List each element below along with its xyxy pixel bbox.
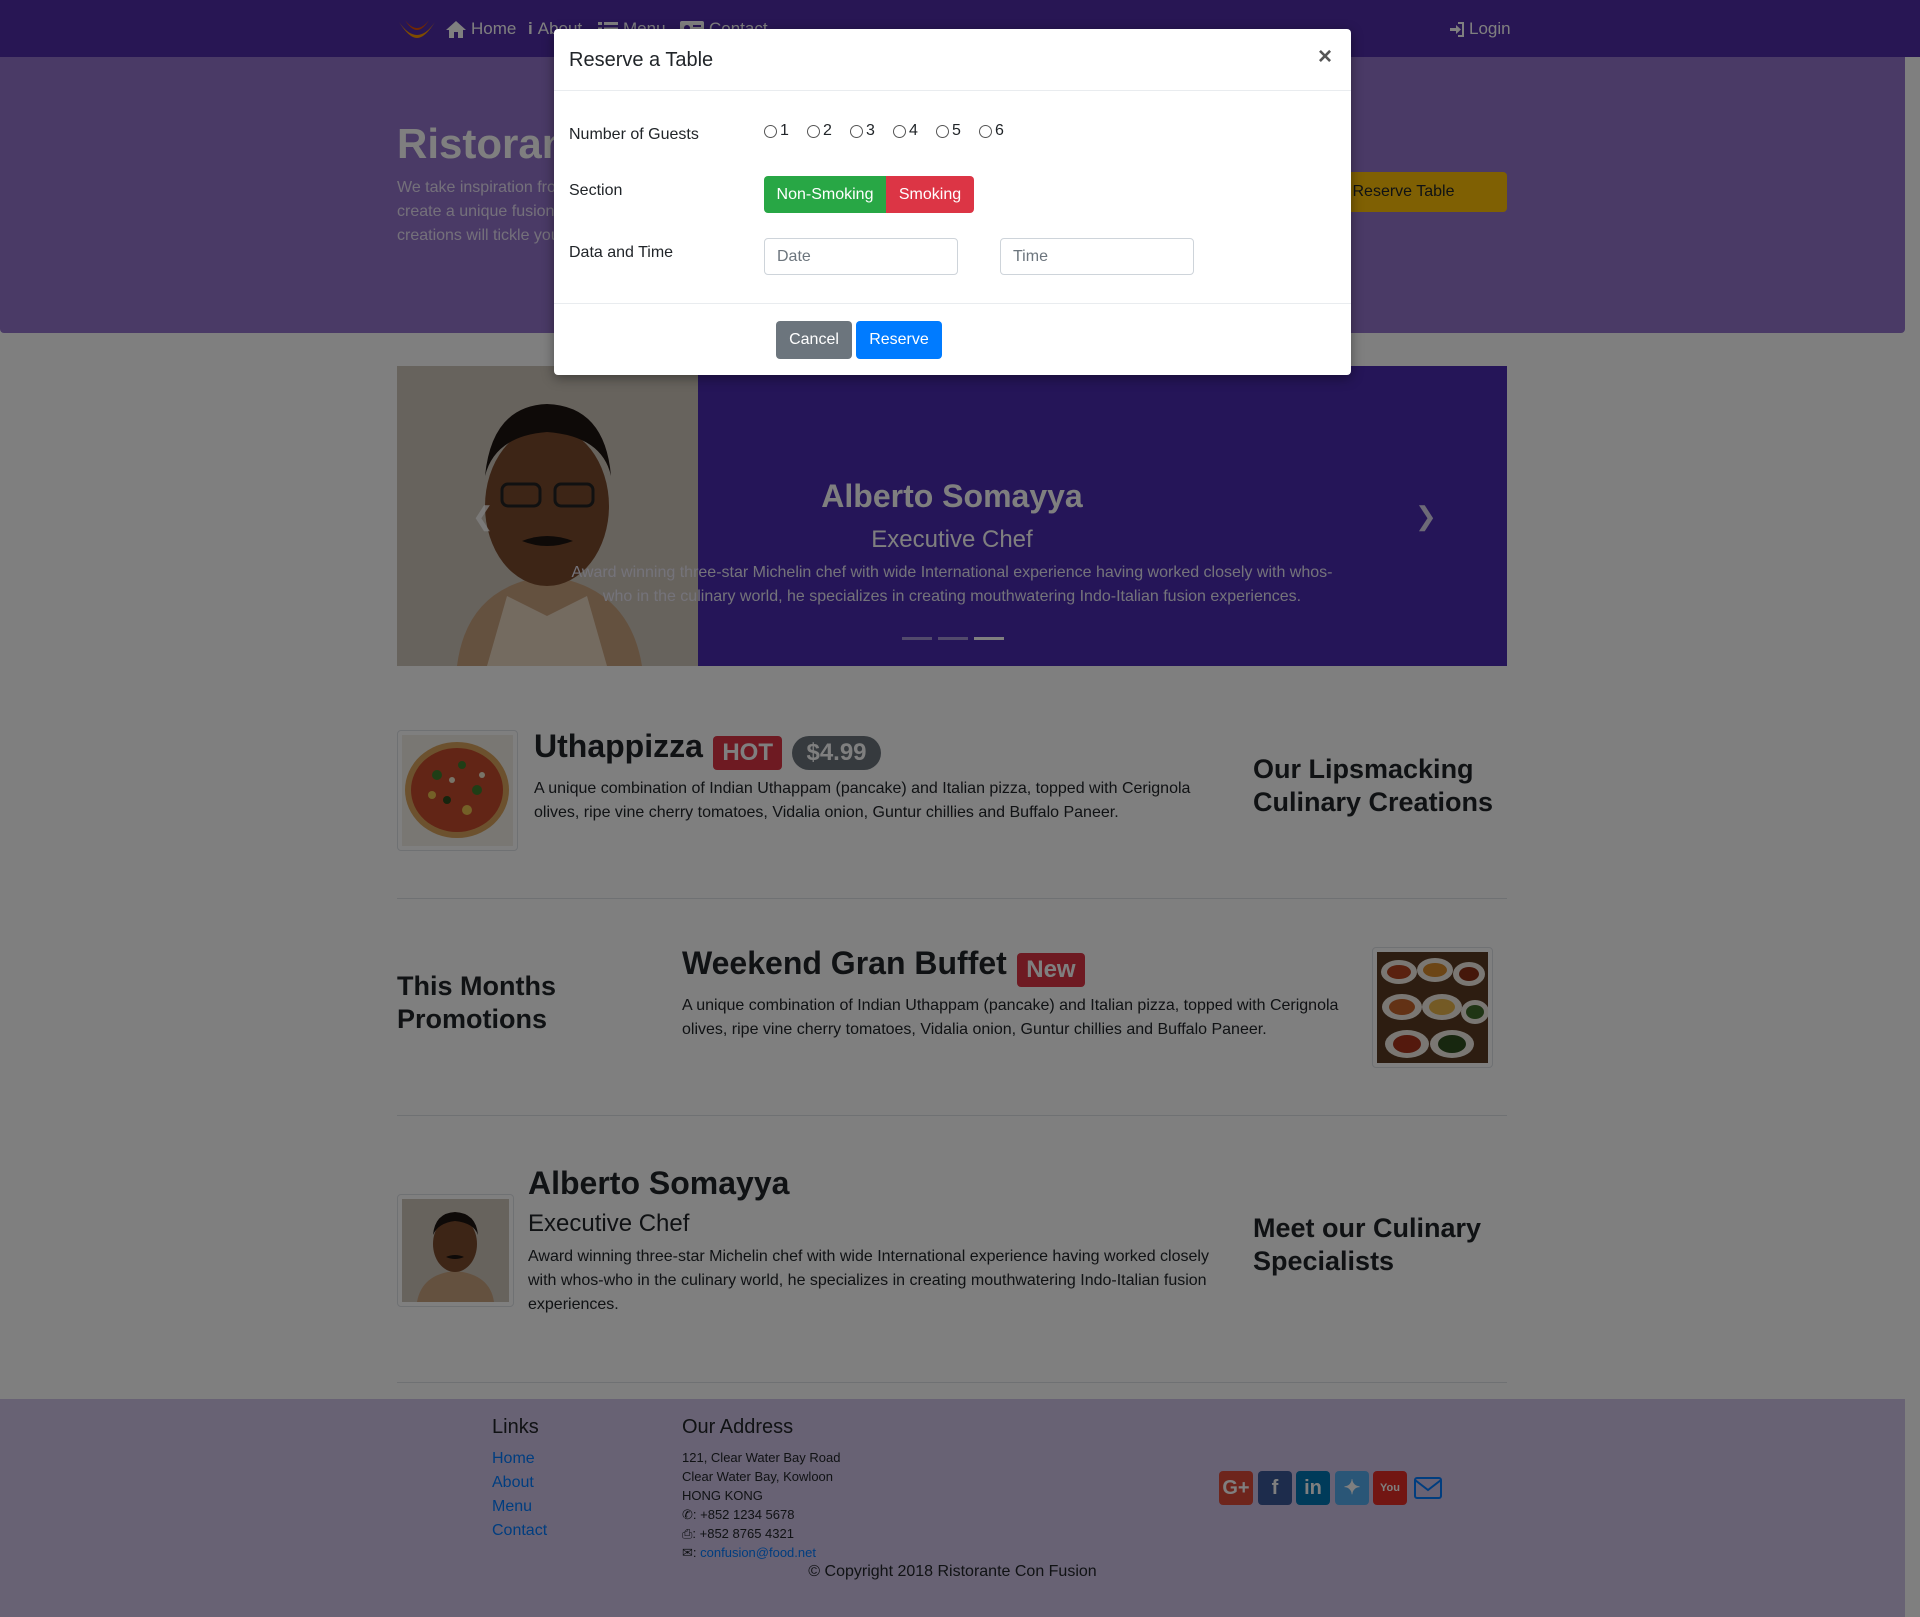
guests-label: Number of Guests xyxy=(569,126,699,143)
radio-circle[interactable] xyxy=(979,124,992,138)
radio-circle[interactable] xyxy=(893,124,906,138)
cancel-button[interactable]: Cancel xyxy=(776,321,852,359)
radio-label: 6 xyxy=(995,122,1004,139)
radio-circle[interactable] xyxy=(936,124,949,138)
datetime-label: Data and Time xyxy=(569,244,674,261)
section-label: Section xyxy=(569,182,623,199)
reserve-table-modal: Reserve a Table × Number of Guests 1 2 3… xyxy=(554,29,1351,375)
radio-circle[interactable] xyxy=(764,124,777,138)
time-input[interactable]: Time xyxy=(1000,238,1194,275)
radio-label: 5 xyxy=(952,122,961,139)
guest-radio-5[interactable]: 5 xyxy=(936,122,961,140)
radio-label: 4 xyxy=(909,122,918,139)
smoking-button[interactable]: Smoking xyxy=(886,176,974,213)
radio-label: 1 xyxy=(780,122,789,139)
guest-radio-3[interactable]: 3 xyxy=(850,122,875,140)
guest-radio-6[interactable]: 6 xyxy=(979,122,1004,140)
radio-label: 3 xyxy=(866,122,875,139)
radio-label: 2 xyxy=(823,122,832,139)
close-icon[interactable]: × xyxy=(1318,43,1332,71)
radio-circle[interactable] xyxy=(850,124,863,138)
guest-radio-4[interactable]: 4 xyxy=(893,122,918,140)
radio-circle[interactable] xyxy=(807,124,820,138)
date-input[interactable]: Date xyxy=(764,238,958,275)
non-smoking-button[interactable]: Non-Smoking xyxy=(764,176,886,213)
modal-footer-divider xyxy=(554,303,1351,304)
modal-title: Reserve a Table xyxy=(569,49,714,71)
guest-radio-2[interactable]: 2 xyxy=(807,122,832,140)
guest-radio-1[interactable]: 1 xyxy=(764,122,789,140)
modal-header-divider xyxy=(554,90,1351,91)
reserve-button[interactable]: Reserve xyxy=(856,321,942,359)
